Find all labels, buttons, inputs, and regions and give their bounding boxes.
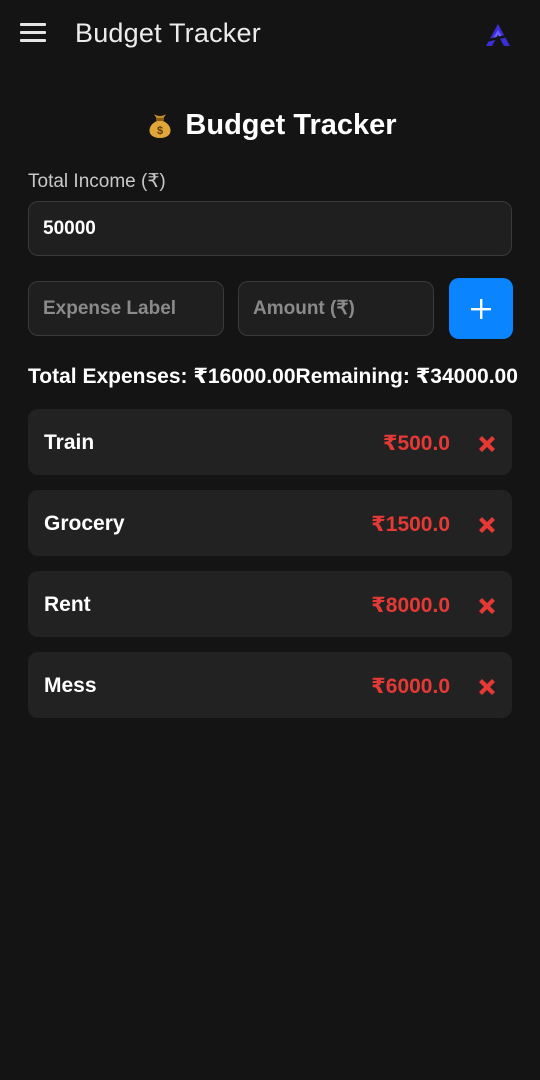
app-bar-title: Budget Tracker <box>75 18 261 48</box>
budget-tracker-app: Budget Tracker $ Budget Tracker Total In… <box>0 0 540 1080</box>
list-item: Train ₹500.0 <box>28 409 512 475</box>
expense-amount: ₹6000.0 <box>371 675 450 698</box>
page-title: $ Budget Tracker <box>0 106 540 142</box>
expense-amount-input[interactable] <box>238 281 434 336</box>
delete-icon[interactable] <box>476 595 498 617</box>
app-bar: Budget Tracker <box>0 0 540 72</box>
delete-icon[interactable] <box>476 676 498 698</box>
add-expense-button[interactable] <box>449 278 513 339</box>
delete-icon[interactable] <box>476 433 498 455</box>
list-item: Mess ₹6000.0 <box>28 652 512 718</box>
page-title-text: Budget Tracker <box>185 109 397 141</box>
svg-text:$: $ <box>157 125 163 137</box>
total-income-label: Total Income (₹) <box>28 171 166 192</box>
list-item: Grocery ₹1500.0 <box>28 490 512 556</box>
expense-amount: ₹8000.0 <box>371 594 450 617</box>
expense-name: Mess <box>44 674 97 697</box>
expense-label-input[interactable] <box>28 281 224 336</box>
brand-logo-icon[interactable] <box>484 22 512 48</box>
list-item: Rent ₹8000.0 <box>28 571 512 637</box>
expense-name: Train <box>44 431 95 454</box>
expense-amount: ₹1500.0 <box>371 513 450 536</box>
plus-icon <box>471 298 491 319</box>
delete-icon[interactable] <box>476 514 498 536</box>
total-income-input[interactable] <box>28 201 512 256</box>
money-bag-icon: $ <box>149 114 171 138</box>
expense-summary: Total Expenses: ₹16000.00Remaining: ₹340… <box>28 365 518 388</box>
expense-amount: ₹500.0 <box>382 432 450 455</box>
expense-name: Rent <box>44 593 91 616</box>
expense-list: Train ₹500.0 Grocery ₹1500.0 Rent ₹8000.… <box>28 409 512 733</box>
hamburger-menu-icon[interactable] <box>20 23 48 47</box>
expense-name: Grocery <box>44 512 125 535</box>
